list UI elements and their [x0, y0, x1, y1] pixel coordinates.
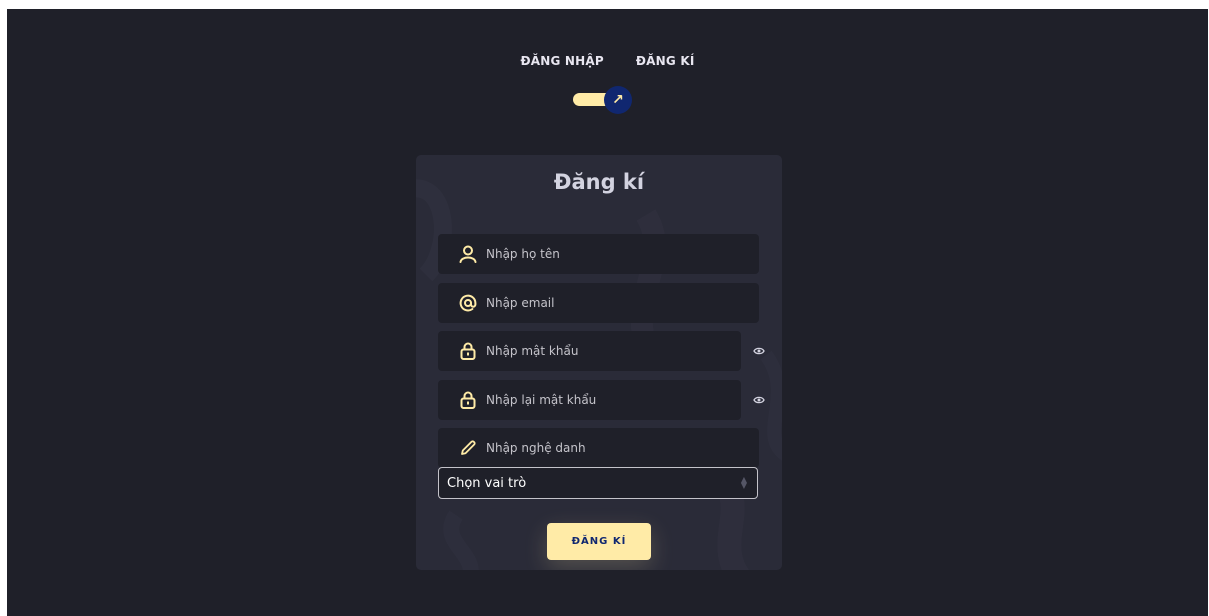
signup-card: Đăng kí Nhập họ tên Nhập email Nhập nghệ…	[416, 155, 782, 570]
lock-icon	[458, 341, 478, 361]
eye-icon[interactable]	[752, 393, 766, 407]
select-arrows-icon: ▲ ▼	[740, 475, 747, 490]
at-icon	[458, 293, 478, 313]
page-frame: ĐĂNG NHẬP ĐĂNG KÍ ↗ Đăng kí Nhập họ tên …	[7, 9, 1208, 616]
login-tab[interactable]: ĐĂNG NHẬP	[521, 54, 604, 68]
user-icon	[458, 244, 478, 264]
signup-tab[interactable]: ĐĂNG KÍ	[636, 54, 695, 68]
confirm-password-field	[438, 380, 741, 420]
mode-switch-labels: ĐĂNG NHẬP ĐĂNG KÍ	[7, 54, 1208, 68]
password-field	[438, 331, 741, 371]
email-input[interactable]	[486, 283, 759, 323]
stage-name-field	[438, 428, 759, 468]
role-select[interactable]: Chọn vai trò ▲ ▼	[438, 467, 758, 499]
fullname-input[interactable]	[486, 234, 759, 274]
form-title: Đăng kí	[553, 170, 645, 194]
stage-name-input[interactable]	[486, 428, 759, 468]
arrow-up-right-icon[interactable]: ↗	[604, 86, 632, 114]
confirm-password-input[interactable]	[486, 380, 741, 420]
email-field	[438, 283, 759, 323]
role-select-value: Chọn vai trò	[447, 475, 527, 491]
lock-icon	[458, 390, 478, 410]
password-input[interactable]	[486, 331, 741, 371]
fullname-field	[438, 234, 759, 274]
pencil-icon	[458, 438, 478, 458]
signup-submit-button[interactable]: ĐĂNG KÍ	[547, 523, 651, 560]
eye-icon[interactable]	[752, 344, 766, 358]
